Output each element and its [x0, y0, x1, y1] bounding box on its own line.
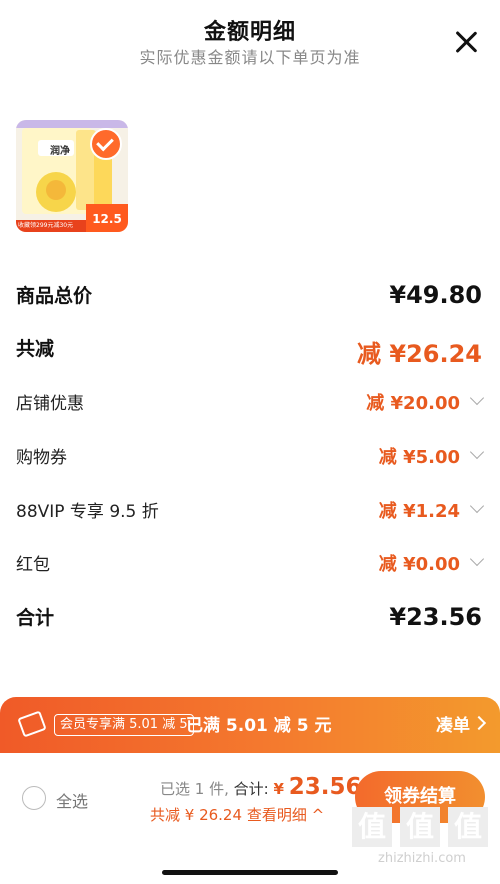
- row-shop-discount[interactable]: 店铺优惠 减 ¥20.00: [16, 389, 485, 423]
- page-title: 金额明细: [203, 20, 296, 45]
- member-badge: 会员专享满 5.01 减 5: [54, 714, 194, 736]
- add-more-link[interactable]: 凑单: [436, 711, 470, 736]
- row-value: ¥49.80: [389, 281, 482, 309]
- header: 金额明细 实际优惠金额请以下单页为准: [0, 0, 500, 80]
- checkout-bar: 全选 已选 1 件, 合计: ¥ 23.56 共减 ¥ 26.24 查看明细 ^…: [0, 753, 500, 884]
- discount-line: 共减 ¥ 26.24 查看明细 ^: [150, 804, 324, 825]
- chevron-right-icon[interactable]: [471, 715, 487, 731]
- row-grand-total: 合计 ¥23.56: [16, 603, 484, 637]
- row-label: 店铺优惠: [16, 394, 84, 414]
- watermark-text: zhizhizhi.com: [378, 851, 466, 866]
- close-icon[interactable]: [454, 30, 478, 54]
- watermark-logo: 值: [400, 807, 440, 847]
- view-detail-link[interactable]: 查看明细 ^: [247, 806, 324, 824]
- row-label: 购物券: [16, 448, 67, 468]
- row-label: 共减: [16, 338, 55, 360]
- chevron-down-icon[interactable]: [469, 498, 485, 514]
- promo-bar[interactable]: 会员专享满 5.01 减 5 已满 5.01 减 5 元 凑单: [0, 697, 500, 753]
- row-value: 减 ¥5.00: [378, 447, 460, 468]
- select-all-label[interactable]: 全选: [56, 788, 88, 812]
- row-label: 合计: [16, 607, 55, 629]
- tag-icon: [17, 710, 47, 738]
- page-subtitle: 实际优惠金额请以下单页为准: [139, 48, 361, 67]
- total-label: 合计:: [233, 780, 269, 798]
- row-red-packet[interactable]: 红包 减 ¥0.00: [16, 550, 485, 584]
- row-total-discount: 共减 减 ¥26.24: [16, 334, 484, 368]
- product-price: 12.5: [86, 204, 128, 232]
- chevron-down-icon[interactable]: [469, 551, 485, 567]
- promo-message: 已满 5.01 减 5 元: [186, 716, 332, 736]
- checked-icon[interactable]: [90, 128, 122, 160]
- row-goods-total: 商品总价 ¥49.80: [16, 281, 484, 315]
- chevron-down-icon[interactable]: [469, 444, 485, 460]
- row-value: 减 ¥0.00: [378, 554, 460, 575]
- product-thumbnail[interactable]: 润净 收藏领299元减30元 12.5: [16, 120, 128, 232]
- discount-amount: 共减 ¥ 26.24: [150, 806, 243, 824]
- row-value: 减 ¥1.24: [378, 501, 460, 522]
- product-promo-line: 收藏领299元减30元: [16, 220, 88, 232]
- chevron-down-icon[interactable]: [469, 390, 485, 406]
- row-value: 减 ¥26.24: [357, 340, 482, 368]
- row-label: 红包: [16, 555, 50, 575]
- row-shopping-coupon[interactable]: 购物券 减 ¥5.00: [16, 443, 485, 477]
- summary-line: 已选 1 件, 合计: ¥ 23.56: [160, 774, 361, 800]
- select-all-radio[interactable]: [22, 786, 46, 810]
- watermark-logo: 值: [352, 807, 392, 847]
- row-label: 商品总价: [16, 285, 93, 307]
- product-brand: 润净: [50, 146, 70, 157]
- home-indicator: [162, 870, 338, 875]
- row-88vip-discount[interactable]: 88VIP 专享 9.5 折 减 ¥1.24: [16, 497, 485, 531]
- row-value: ¥23.56: [389, 603, 482, 631]
- watermark-logo: 值: [448, 807, 488, 847]
- row-value: 减 ¥20.00: [366, 393, 460, 414]
- total-amount: 23.56: [288, 774, 362, 800]
- watermark: 值 值 值 zhizhizhi.com: [352, 807, 492, 866]
- currency-symbol: ¥: [273, 780, 284, 798]
- selected-count: 已选 1 件,: [160, 780, 229, 798]
- row-label: 88VIP 专享 9.5 折: [16, 502, 159, 522]
